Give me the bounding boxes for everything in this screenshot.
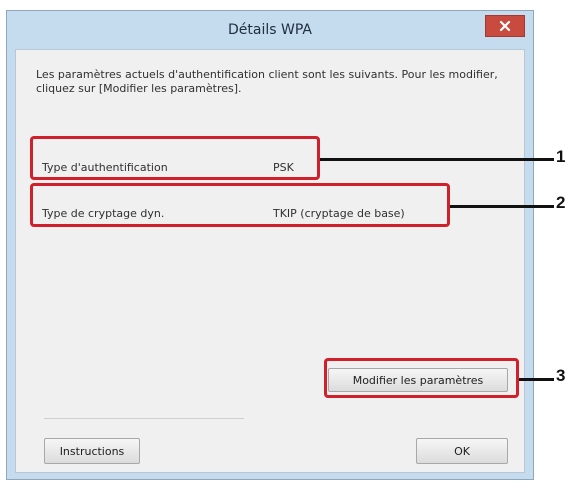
callout-line-1 xyxy=(320,158,554,161)
separator-line xyxy=(44,418,244,419)
dialog-title: Détails WPA xyxy=(228,22,312,38)
dialog-client-area: Les paramètres actuels d'authentificatio… xyxy=(15,49,525,473)
highlight-box-modify-button xyxy=(324,358,519,398)
close-icon xyxy=(499,20,511,32)
callout-line-3 xyxy=(519,378,554,381)
title-bar: Détails WPA xyxy=(7,11,533,49)
callout-number-2: 2 xyxy=(556,193,566,212)
screenshot-canvas: Détails WPA Les paramètres actuels d'aut… xyxy=(0,0,575,490)
callout-number-3: 3 xyxy=(556,366,566,385)
description-text: Les paramètres actuels d'authentificatio… xyxy=(36,68,498,95)
callout-number-1: 1 xyxy=(556,147,566,166)
highlight-box-encryption-type xyxy=(30,183,450,227)
callout-line-2 xyxy=(450,205,554,208)
highlight-box-auth-type xyxy=(30,136,320,180)
close-button[interactable] xyxy=(485,15,525,37)
wpa-details-dialog: Détails WPA Les paramètres actuels d'aut… xyxy=(6,10,534,480)
instructions-button[interactable]: Instructions xyxy=(44,438,140,464)
ok-button[interactable]: OK xyxy=(416,438,508,464)
